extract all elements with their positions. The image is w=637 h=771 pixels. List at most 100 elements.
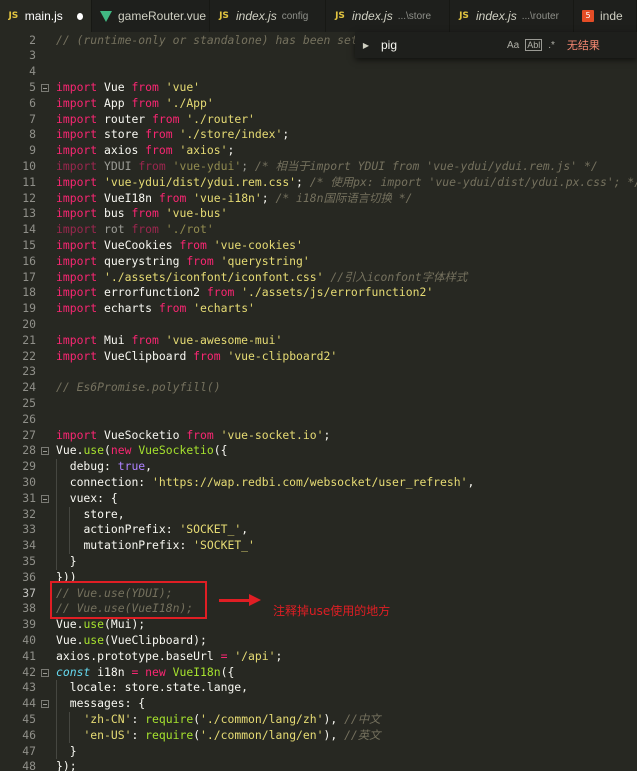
tab-inde-5[interactable]: 5 inde (574, 0, 637, 32)
tab-gamerouter-vue-1[interactable]: gameRouter.vue (92, 0, 210, 32)
find-input[interactable]: pig (381, 38, 501, 52)
code-line[interactable]: 31 vuex: { (0, 491, 637, 507)
code-line[interactable]: 34 mutationPrefix: 'SOCKET_' (0, 538, 637, 554)
code-line[interactable]: 35 } (0, 554, 637, 570)
code-line[interactable]: 16 import querystring from 'querystring' (0, 254, 637, 270)
code-line[interactable]: 21 import Mui from 'vue-awesome-mui' (0, 333, 637, 349)
code-line[interactable]: 27 import VueSocketio from 'vue-socket.io… (0, 428, 637, 444)
code-text: import App from './App' (56, 95, 214, 110)
code-text: import store from './store/index'; (56, 127, 290, 142)
code-line[interactable]: 13 import bus from 'vue-bus' (0, 206, 637, 222)
code-line[interactable]: 4 (0, 64, 637, 80)
fold-toggle-icon[interactable] (41, 700, 49, 709)
code-line[interactable]: 26 (0, 412, 637, 428)
code-line[interactable]: 18 import errorfunction2 from './assets/j… (0, 285, 637, 301)
code-text: locale: store.state.lange, (69, 680, 249, 695)
code-text: axios.prototype.baseUrl = '/api'; (56, 648, 283, 663)
code-line[interactable]: 23 (0, 364, 637, 380)
code-line[interactable]: 19 import echarts from 'echarts' (0, 301, 637, 317)
fold-toggle-icon[interactable] (41, 83, 49, 92)
code-line[interactable]: 14 import rot from './rot' (0, 222, 637, 238)
tab-index-js-2[interactable]: JS index.js config (210, 0, 326, 32)
line-number: 36 (22, 569, 36, 584)
indent-guide (69, 506, 70, 554)
code-line[interactable]: 7 import router from './router' (0, 112, 637, 128)
code-line[interactable]: 48}); (0, 759, 637, 771)
code-line[interactable]: 22 import VueClipboard from 'vue-clipboar… (0, 349, 637, 365)
code-line[interactable]: 11 import 'vue-ydui/dist/ydui.rem.css'; /… (0, 175, 637, 191)
code-line[interactable]: 39 Vue.use(Mui); (0, 617, 637, 633)
code-line[interactable]: 29 debug: true, (0, 459, 637, 475)
code-text: } (69, 553, 77, 568)
line-number: 24 (22, 380, 36, 395)
line-number: 28 (22, 443, 36, 458)
code-line[interactable]: 15 import VueCookies from 'vue-cookies' (0, 238, 637, 254)
fold-toggle-icon[interactable] (41, 447, 49, 456)
line-number: 25 (22, 395, 36, 410)
tab-bar: JS main.js gameRouter.vue JS index.js config J… (0, 0, 637, 32)
tab-description: ...\router (521, 10, 559, 22)
code-text: // Es6Promise.polyfill() (56, 380, 221, 395)
code-text: import bus from 'vue-bus' (56, 206, 228, 221)
line-number: 18 (22, 285, 36, 300)
code-line[interactable]: 20 (0, 317, 637, 333)
line-number: 3 (29, 48, 36, 63)
line-number: 27 (22, 427, 36, 442)
code-text: store, (83, 506, 125, 521)
highlight-box (50, 581, 207, 619)
line-number: 38 (22, 601, 36, 616)
code-text: Vue.use(new VueSocketio({ (56, 443, 228, 458)
code-line[interactable]: 25 (0, 396, 637, 412)
code-line[interactable]: 30 connection: 'https://wap.redbi.com/we… (0, 475, 637, 491)
code-text: mutationPrefix: 'SOCKET_' (83, 538, 255, 553)
tab-main-js-0[interactable]: JS main.js (0, 0, 92, 32)
tab-index-js-3[interactable]: JS index.js ...\store (326, 0, 450, 32)
match-case-toggle[interactable]: Aa (507, 40, 519, 51)
code-line[interactable]: 5 import Vue from 'vue' (0, 80, 637, 96)
line-number: 19 (22, 301, 36, 316)
unsaved-dot-icon[interactable] (76, 12, 83, 20)
code-text: import router from './router' (56, 111, 255, 126)
js-file-icon: JS (219, 11, 229, 21)
code-line[interactable]: 43 locale: store.state.lange, (0, 680, 637, 696)
line-number: 14 (22, 222, 36, 237)
code-text: import VueI18n from 'vue-i18n'; /* i18n国… (56, 190, 413, 205)
code-line[interactable]: 8 import store from './store/index'; (0, 127, 637, 143)
code-editor[interactable]: 2 // (runtime-only or standalone) has bee… (0, 32, 637, 771)
tab-index-js-4[interactable]: JS index.js ...\router (450, 0, 574, 32)
line-number: 4 (29, 64, 36, 79)
code-text: const i18n = new VueI18n({ (56, 664, 235, 679)
find-result: 无结果 (566, 40, 600, 52)
expand-replace-icon[interactable]: ▶ (359, 41, 373, 50)
whole-word-toggle[interactable]: Abl (525, 39, 543, 51)
find-widget[interactable]: ▶ pig Aa Abl .* 无结果 (355, 32, 637, 58)
line-number: 13 (22, 206, 36, 221)
code-text: import echarts from 'echarts' (56, 301, 255, 316)
code-line[interactable]: 24 // Es6Promise.polyfill() (0, 380, 637, 396)
line-number: 6 (29, 95, 36, 110)
js-file-icon: JS (335, 11, 345, 21)
code-line[interactable]: 6 import App from './App' (0, 96, 637, 112)
code-line[interactable]: 17 import './assets/iconfont/iconfont.css… (0, 270, 637, 286)
code-line[interactable]: 32 store, (0, 507, 637, 523)
code-line[interactable]: 12 import VueI18n from 'vue-i18n'; /* i18… (0, 191, 637, 207)
code-line[interactable]: 47 } (0, 744, 637, 760)
code-text: import VueSocketio from 'vue-socket.io'; (56, 427, 331, 442)
code-line[interactable]: 10 import YDUI from 'vue-ydui'; /* 相当于imp… (0, 159, 637, 175)
fold-toggle-icon[interactable] (41, 668, 49, 677)
code-line[interactable]: 28 Vue.use(new VueSocketio({ (0, 443, 637, 459)
code-line[interactable]: 44 messages: { (0, 696, 637, 712)
code-line[interactable]: 33 actionPrefix: 'SOCKET_', (0, 522, 637, 538)
code-line[interactable]: 42 const i18n = new VueI18n({ (0, 665, 637, 681)
code-line[interactable]: 41 axios.prototype.baseUrl = '/api'; (0, 649, 637, 665)
code-line[interactable]: 40 Vue.use(VueClipboard); (0, 633, 637, 649)
fold-toggle-icon[interactable] (41, 494, 49, 503)
code-line[interactable]: 46 'en-US': require('./common/lang/en'),… (0, 728, 637, 744)
code-text: import VueCookies from 'vue-cookies' (56, 237, 303, 252)
regex-toggle[interactable]: .* (548, 40, 555, 51)
code-text: import VueClipboard from 'vue-clipboard2… (56, 348, 338, 363)
code-text: 'zh-CN': require('./common/lang/zh'), //… (83, 711, 381, 726)
vue-file-icon (100, 10, 112, 22)
code-line[interactable]: 9 import axios from 'axios'; (0, 143, 637, 159)
code-line[interactable]: 45 'zh-CN': require('./common/lang/zh'),… (0, 712, 637, 728)
